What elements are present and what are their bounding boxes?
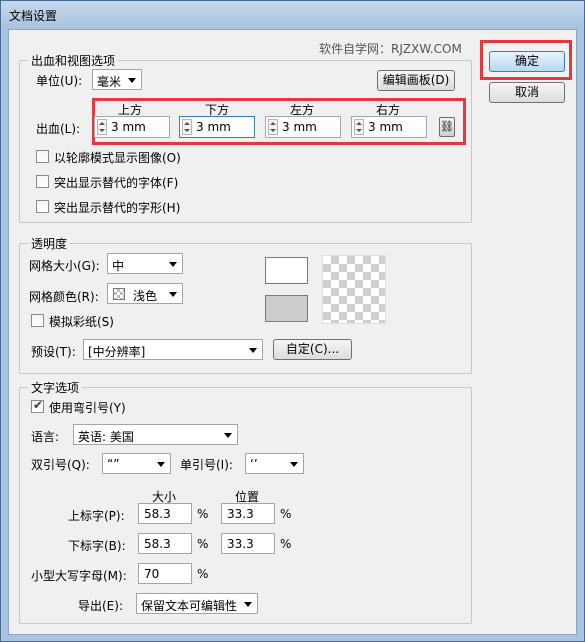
single-quotes-value: ‘’ <box>250 457 258 471</box>
ok-button[interactable]: 确定 <box>489 51 565 72</box>
superscript-size-input[interactable]: 58.3 <box>138 503 192 524</box>
edit-artboards-button[interactable]: 编辑画板(D) <box>377 70 455 91</box>
bleed-view-legend: 出血和视图选项 <box>28 52 119 69</box>
single-quotes-select[interactable]: ‘’ <box>245 453 304 474</box>
chevron-down-icon <box>169 292 177 297</box>
smart-quotes-checkbox[interactable]: ✔ <box>31 398 44 413</box>
preset-select[interactable]: [中分辨率] <box>83 339 263 360</box>
superscript-position-input[interactable]: 33.3 <box>221 503 275 524</box>
percent-label: % <box>280 507 292 521</box>
cancel-button[interactable]: 取消 <box>489 82 565 103</box>
chevron-down-icon <box>290 462 298 467</box>
grid-size-value: 中 <box>112 259 125 273</box>
bleed-bottom-input[interactable]: 3 mm <box>179 116 255 138</box>
grid-size-label: 网格大小(G): <box>29 259 100 273</box>
export-select[interactable]: 保留文本可编辑性 <box>136 593 258 614</box>
chain-link-icon[interactable]: ⛓ <box>439 117 455 137</box>
percent-label: % <box>197 567 209 581</box>
window-title: 文档设置 <box>9 9 58 23</box>
chevron-down-icon <box>128 78 136 83</box>
outline-mode-label: 以轮廓模式显示图像(O) <box>54 151 181 165</box>
watermark-text: 软件自学网：RJZXW.COM <box>319 42 462 56</box>
chevron-down-icon <box>224 433 232 438</box>
spinner-arrows-icon[interactable] <box>268 119 278 135</box>
preset-label: 预设(T): <box>31 345 76 359</box>
export-value: 保留文本可编辑性 <box>141 599 238 613</box>
outline-mode-checkbox[interactable] <box>36 150 49 163</box>
bleed-top-input[interactable]: 3 mm <box>94 116 170 138</box>
subscript-size-input[interactable]: 58.3 <box>138 533 192 554</box>
chevron-down-icon <box>169 262 177 267</box>
transparency-legend: 透明度 <box>28 235 71 252</box>
spinner-arrows-icon[interactable] <box>97 119 107 135</box>
chevron-down-icon <box>157 462 165 467</box>
smart-quotes-label: 使用弯引号(Y) <box>49 401 126 415</box>
double-quotes-select[interactable]: “” <box>102 453 171 474</box>
chevron-down-icon <box>249 348 257 353</box>
highlight-substituted-glyphs-checkbox[interactable] <box>36 200 49 213</box>
dialog-client-area: 软件自学网：RJZXW.COM 确定 取消 出血和视图选项 单位(U): 毫米 … <box>8 29 577 635</box>
small-caps-label: 小型大写字母(M): <box>31 569 127 583</box>
bleed-right-input[interactable]: 3 mm <box>351 116 427 138</box>
units-select[interactable]: 毫米 <box>92 69 142 90</box>
grid-color-label: 网格颜色(R): <box>29 290 99 304</box>
checkmark-icon: ✔ <box>33 398 44 412</box>
checkerboard-swatch-icon <box>113 288 125 300</box>
grid-color-select[interactable]: 浅色 <box>107 283 183 304</box>
type-options-legend: 文字选项 <box>28 379 83 396</box>
percent-label: % <box>197 537 209 551</box>
highlight-substituted-fonts-checkbox[interactable] <box>36 175 49 188</box>
percent-label: % <box>280 537 292 551</box>
small-caps-input[interactable]: 70 <box>138 563 192 584</box>
custom-button[interactable]: 自定(C)... <box>273 339 352 360</box>
bleed-label: 出血(L): <box>36 122 81 136</box>
grid-color-swatch-dark[interactable] <box>265 295 308 322</box>
spinner-arrows-icon[interactable] <box>354 119 364 135</box>
export-label: 导出(E): <box>78 599 123 613</box>
superscript-label: 上标字(P): <box>68 509 125 523</box>
units-select-value: 毫米 <box>97 75 122 89</box>
language-value: 英语: 美国 <box>78 430 134 444</box>
grid-color-value: 浅色 <box>133 289 158 303</box>
subscript-label: 下标字(B): <box>68 539 126 553</box>
language-label: 语言: <box>31 430 60 444</box>
simulate-paper-checkbox[interactable] <box>31 314 44 327</box>
simulate-paper-label: 模拟彩纸(S) <box>49 315 114 329</box>
document-setup-dialog: 文档设置 软件自学网：RJZXW.COM 确定 取消 出血和视图选项 单位(U)… <box>0 0 585 642</box>
subscript-position-input[interactable]: 33.3 <box>221 533 275 554</box>
transparency-grid-preview <box>322 255 386 324</box>
grid-size-select[interactable]: 中 <box>107 253 183 274</box>
grid-color-swatch-light[interactable] <box>265 257 308 284</box>
double-quotes-label: 双引号(Q): <box>31 458 90 472</box>
percent-label: % <box>197 507 209 521</box>
spinner-arrows-icon[interactable] <box>182 119 192 135</box>
language-select[interactable]: 英语: 美国 <box>73 424 238 445</box>
units-label: 单位(U): <box>36 74 83 88</box>
title-bar[interactable]: 文档设置 <box>1 1 584 29</box>
highlight-substituted-fonts-label: 突出显示替代的字体(F) <box>54 176 179 190</box>
single-quotes-label: 单引号(I): <box>180 458 233 472</box>
double-quotes-value: “” <box>107 457 120 471</box>
highlight-substituted-glyphs-label: 突出显示替代的字形(H) <box>54 201 181 215</box>
preset-value: [中分辨率] <box>88 345 146 359</box>
bleed-left-input[interactable]: 3 mm <box>265 116 341 138</box>
chevron-down-icon <box>244 602 252 607</box>
